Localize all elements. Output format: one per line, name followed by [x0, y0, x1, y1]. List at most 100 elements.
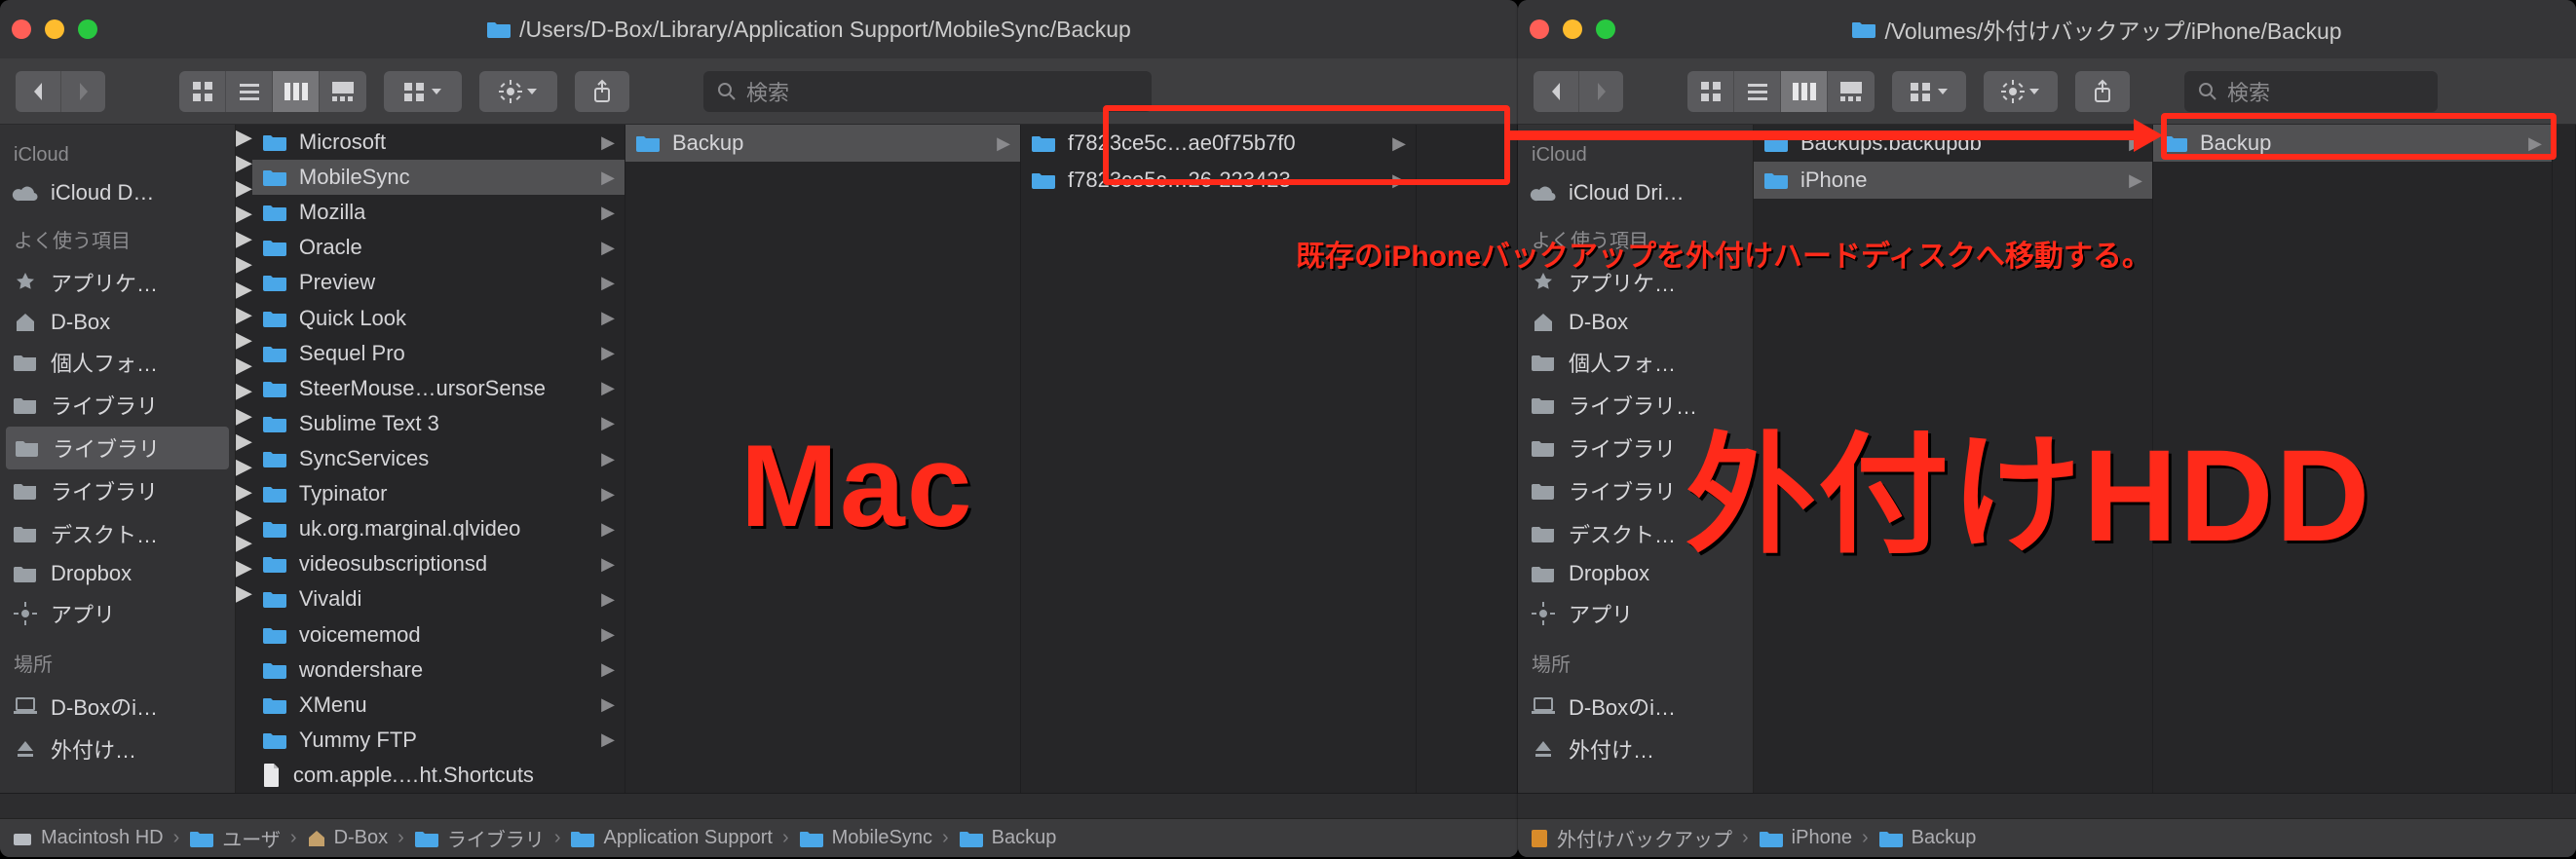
- sidebar-item[interactable]: ライブラリ: [1518, 469, 1753, 512]
- list-view-button[interactable]: [226, 71, 273, 112]
- view-switcher[interactable]: [179, 71, 366, 112]
- forward-button[interactable]: [60, 71, 105, 112]
- folder-icon: [1851, 19, 1876, 39]
- forward-button[interactable]: [1578, 71, 1623, 112]
- list-item[interactable]: Typinator▶: [252, 476, 625, 511]
- horizontal-scrollbar[interactable]: [1518, 793, 2576, 818]
- gallery-view-button[interactable]: [1828, 71, 1875, 112]
- list-item[interactable]: XMenu▶: [252, 688, 625, 723]
- breadcrumb[interactable]: Backup: [1878, 827, 1977, 849]
- list-item[interactable]: Mozilla▶: [252, 195, 625, 230]
- close-window-button[interactable]: [12, 19, 31, 39]
- list-item[interactable]: Sequel Pro▶: [252, 336, 625, 371]
- sidebar-item[interactable]: D-Boxのi…: [1518, 685, 1753, 728]
- item-label: Backups.backupdb: [1800, 131, 1982, 156]
- breadcrumb[interactable]: iPhone: [1759, 827, 1852, 849]
- list-item[interactable]: Sublime Text 3▶: [252, 406, 625, 441]
- breadcrumb[interactable]: ライブラリ: [414, 824, 545, 852]
- sidebar-item[interactable]: ライブラリ: [6, 427, 229, 469]
- share-button[interactable]: [2075, 71, 2130, 112]
- list-item[interactable]: voicememod▶: [252, 617, 625, 653]
- sidebar-item[interactable]: ライブラリ: [0, 384, 235, 427]
- column-view-button[interactable]: [273, 71, 320, 112]
- folder-icon: [12, 352, 39, 373]
- gallery-view-button[interactable]: [320, 71, 366, 112]
- list-item[interactable]: Yummy FTP▶: [252, 723, 625, 758]
- sidebar-item[interactable]: ライブラリ: [0, 469, 235, 512]
- view-switcher[interactable]: [1687, 71, 1875, 112]
- sidebar-item[interactable]: Dropbox: [1518, 555, 1753, 592]
- back-button[interactable]: [16, 71, 60, 112]
- list-item[interactable]: wondershare▶: [252, 653, 625, 688]
- sidebar-item[interactable]: デスクト…: [1518, 512, 1753, 555]
- arrange-button[interactable]: [384, 71, 462, 112]
- folder-icon: [1530, 563, 1557, 584]
- list-item[interactable]: Quick Look▶: [252, 301, 625, 336]
- sidebar-item[interactable]: 外付け…: [0, 728, 235, 770]
- list-item[interactable]: Vivaldi▶: [252, 581, 625, 616]
- sidebar-item[interactable]: デスクト…: [0, 512, 235, 555]
- action-button[interactable]: [479, 71, 557, 112]
- list-item[interactable]: Microsoft▶: [252, 125, 625, 160]
- list-item[interactable]: f7823ce5c…26-223423▶: [1021, 162, 1416, 199]
- zoom-window-button[interactable]: [78, 19, 97, 39]
- column-gutter: ▶▶▶▶▶▶▶▶▶▶▶▶▶▶▶▶▶▶▶: [236, 125, 252, 793]
- sidebar-item[interactable]: ライブラリ: [1518, 427, 1753, 469]
- chevron-right-icon: ▶: [601, 132, 615, 153]
- sidebar-item[interactable]: D-Box: [0, 304, 235, 341]
- breadcrumb[interactable]: ユーザ: [189, 824, 281, 852]
- breadcrumb[interactable]: MobileSync: [799, 827, 932, 849]
- breadcrumb[interactable]: Macintosh HD: [12, 827, 164, 849]
- minimize-window-button[interactable]: [45, 19, 64, 39]
- sidebar-item[interactable]: D-Box: [1518, 304, 1753, 341]
- sidebar-item[interactable]: アプリ: [0, 592, 235, 635]
- list-item[interactable]: Preview▶: [252, 265, 625, 300]
- sidebar-item[interactable]: アプリケ…: [1518, 261, 1753, 304]
- list-item[interactable]: Backup▶: [625, 125, 1020, 162]
- list-item[interactable]: SteerMouse…ursorSense▶: [252, 371, 625, 406]
- list-item[interactable]: com.apple.…ht.Shortcuts: [252, 758, 625, 793]
- close-window-button[interactable]: [1530, 19, 1549, 39]
- search-icon: [717, 82, 737, 101]
- search-field[interactable]: 検索: [2184, 71, 2438, 112]
- share-button[interactable]: [575, 71, 629, 112]
- sidebar-item-label: D-Boxのi…: [1569, 691, 1676, 722]
- minimize-window-button[interactable]: [1563, 19, 1582, 39]
- horizontal-scrollbar[interactable]: [0, 793, 1518, 818]
- zoom-window-button[interactable]: [1596, 19, 1615, 39]
- list-item[interactable]: Backup▶: [2153, 125, 2552, 162]
- sidebar-item[interactable]: 外付け…: [1518, 728, 1753, 770]
- back-button[interactable]: [1534, 71, 1578, 112]
- list-view-button[interactable]: [1734, 71, 1781, 112]
- sidebar-item[interactable]: 個人フォ…: [0, 341, 235, 384]
- sidebar-item[interactable]: iCloud D…: [0, 174, 235, 211]
- sidebar-item[interactable]: アプリ: [1518, 592, 1753, 635]
- list-item[interactable]: videosubscriptionsd▶: [252, 546, 625, 581]
- arrange-button[interactable]: [1892, 71, 1966, 112]
- breadcrumb[interactable]: D-Box: [307, 827, 389, 849]
- sidebar-item[interactable]: D-Boxのi…: [0, 685, 235, 728]
- list-item[interactable]: Oracle▶: [252, 230, 625, 265]
- sidebar-item[interactable]: 個人フォ…: [1518, 341, 1753, 384]
- icon-view-button[interactable]: [179, 71, 226, 112]
- sidebar-item[interactable]: Dropbox: [0, 555, 235, 592]
- breadcrumb[interactable]: 外付けバックアップ: [1530, 824, 1732, 852]
- icon-view-button[interactable]: [1687, 71, 1734, 112]
- column-view-button[interactable]: [1781, 71, 1828, 112]
- action-button[interactable]: [1984, 71, 2058, 112]
- sidebar-item[interactable]: ライブラリ…: [1518, 384, 1753, 427]
- list-item[interactable]: MobileSync▶: [252, 160, 625, 195]
- list-item[interactable]: f7823ce5c…ae0f75b7f0▶: [1021, 125, 1416, 162]
- breadcrumb-label: MobileSync: [832, 827, 932, 849]
- search-field[interactable]: 検索: [703, 71, 1152, 112]
- list-item[interactable]: uk.org.marginal.qlvideo▶: [252, 511, 625, 546]
- list-item[interactable]: SyncServices▶: [252, 441, 625, 476]
- breadcrumb[interactable]: Application Support: [570, 827, 772, 849]
- breadcrumb[interactable]: Backup: [959, 827, 1057, 849]
- list-item[interactable]: Backups.backupdb▶: [1754, 125, 2152, 162]
- sidebar-item[interactable]: アプリケ…: [0, 261, 235, 304]
- breadcrumb-icon: [959, 829, 984, 848]
- list-item[interactable]: iPhone▶: [1754, 162, 2152, 199]
- folder-icon: [262, 519, 287, 539]
- sidebar-item[interactable]: iCloud Dri…: [1518, 174, 1753, 211]
